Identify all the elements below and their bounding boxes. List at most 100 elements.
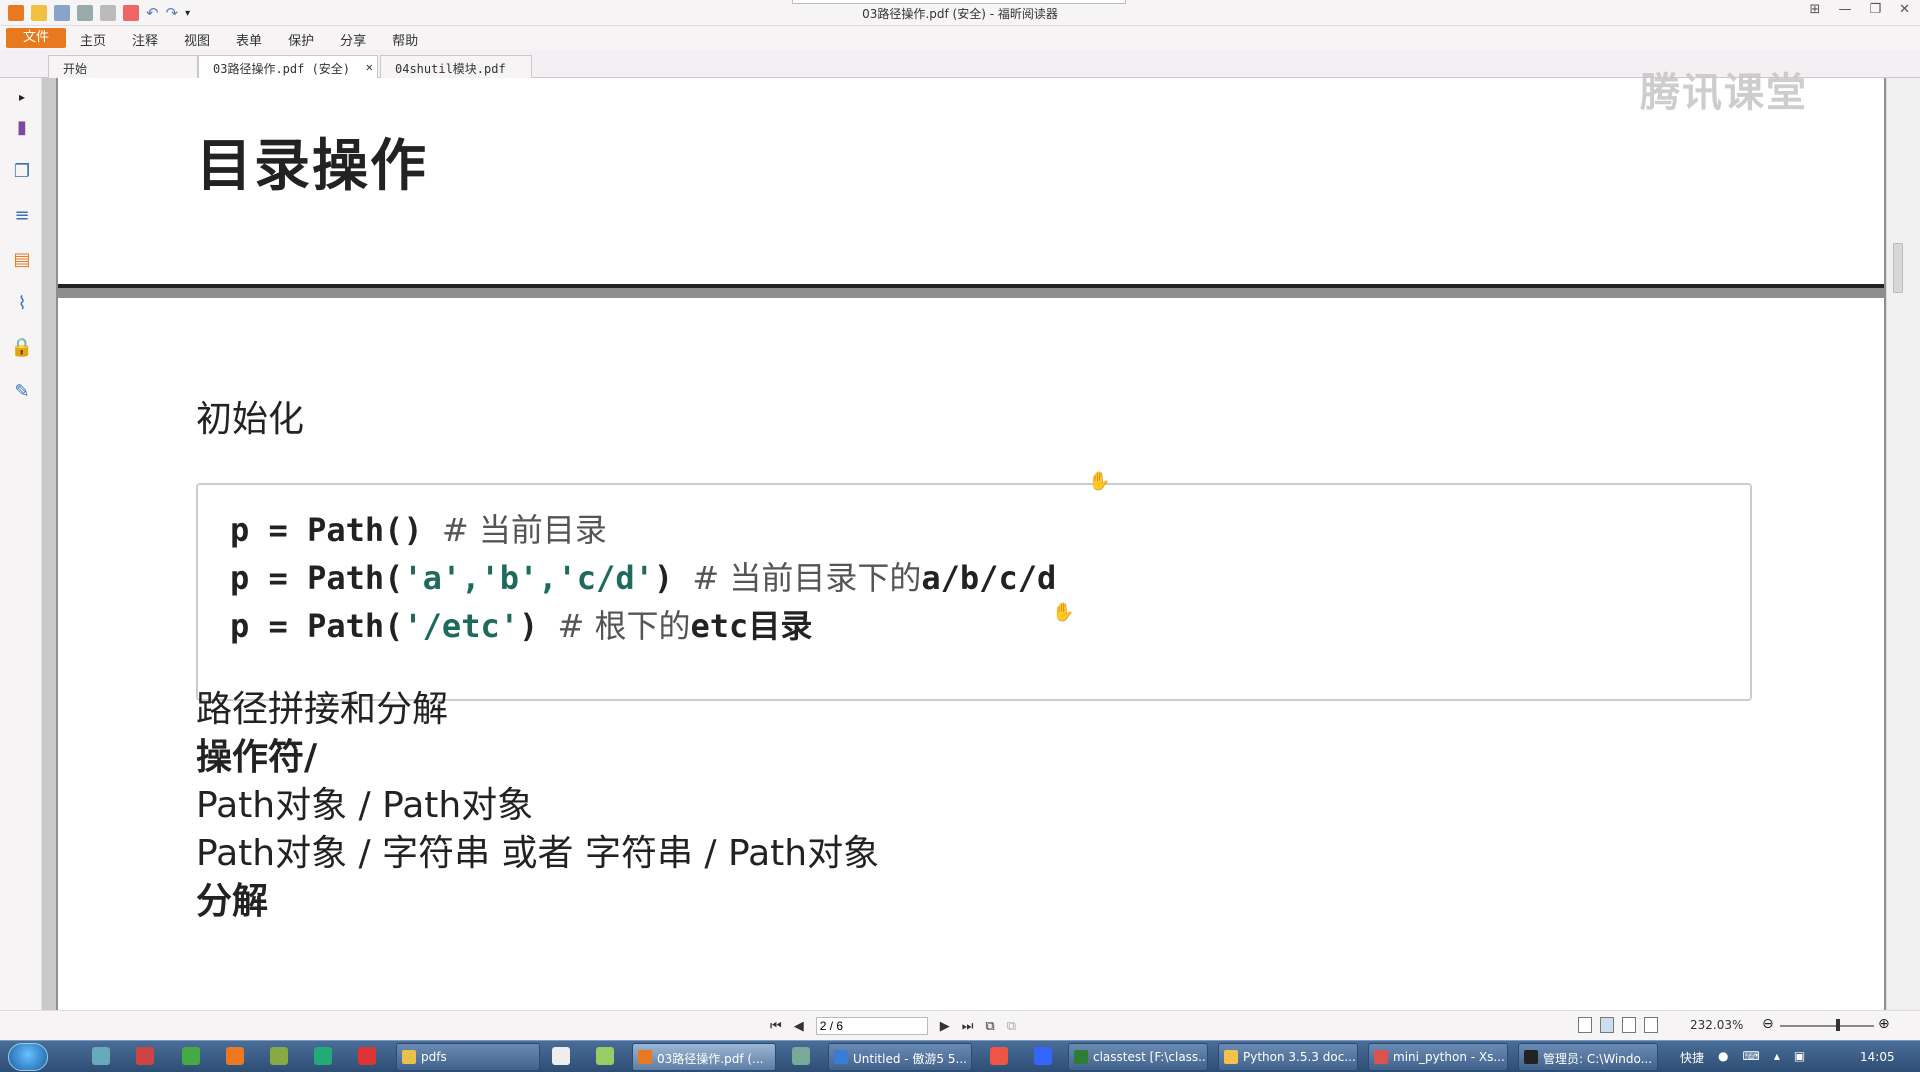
facing-view-icon[interactable] xyxy=(1622,1017,1636,1033)
notepad-icon[interactable] xyxy=(552,1047,570,1065)
taskbar-button[interactable]: classtest [F:\class... xyxy=(1068,1043,1208,1071)
tab-close-icon[interactable]: ✕ xyxy=(366,60,373,74)
zoom-slider-knob[interactable] xyxy=(1836,1019,1840,1031)
python-docs-icon xyxy=(1224,1050,1238,1064)
bookmarks-icon[interactable]: ▮ xyxy=(12,116,32,138)
single-page-view-icon[interactable] xyxy=(1578,1017,1592,1033)
zoom-in-icon[interactable]: ⊕ xyxy=(1878,1016,1890,1032)
tab-shutil-document[interactable]: 04shutil模块.pdf (... xyxy=(380,55,532,91)
next-view-icon[interactable]: ⧉ xyxy=(1007,1019,1016,1034)
code-text: p = Path( xyxy=(230,607,404,645)
comments-icon[interactable]: ▤ xyxy=(12,248,32,270)
code-text: ) xyxy=(653,559,674,597)
menu-protect[interactable]: 保护 xyxy=(288,30,314,49)
layers-icon[interactable]: ≡ xyxy=(12,204,32,226)
tray-shortcut-label[interactable]: 快捷 xyxy=(1680,1049,1704,1066)
zoom-slider[interactable] xyxy=(1780,1025,1874,1027)
zoom-level[interactable]: 232.03% xyxy=(1690,1018,1743,1032)
foxit-icon xyxy=(638,1050,652,1064)
document-viewport[interactable]: 目录操作 初始化 p = Path() # 当前目录 p = Path( 'a',… xyxy=(56,78,1886,1010)
restore-button[interactable]: ❐ xyxy=(1869,2,1881,17)
taskbar-button[interactable]: mini_python - Xs... xyxy=(1368,1043,1508,1071)
taskbar-button[interactable]: 管理员: C:\Windo... xyxy=(1518,1043,1658,1071)
previous-page-icon[interactable]: ◀ xyxy=(794,1019,804,1034)
pycharm-icon[interactable] xyxy=(314,1047,332,1065)
taskbar-button-label: 03路径操作.pdf (... xyxy=(657,1052,764,1066)
pdf-page-1: 目录操作 xyxy=(58,78,1884,288)
code-comment-tail: a/b/c/d xyxy=(921,559,1057,597)
text-line: Path对象 / 字符串 或者 字符串 / Path对象 xyxy=(196,833,880,874)
code-block: p = Path() # 当前目录 p = Path( 'a','b','c/d'… xyxy=(196,483,1752,701)
folder-icon xyxy=(402,1050,416,1064)
firefox-icon[interactable] xyxy=(226,1047,244,1065)
signature-icon[interactable]: ✎ xyxy=(12,380,32,402)
continuous-facing-view-icon[interactable] xyxy=(1644,1017,1658,1033)
first-page-icon[interactable]: ⏮ xyxy=(770,1019,782,1034)
hand-cursor-icon: ✋ xyxy=(1088,471,1111,492)
code-comment: # 当前目录下的 xyxy=(692,559,922,597)
status-bar: ⏮ ◀ ▶ ⏭ ⧉ ⧉ 232.03% ⊖ ⊕ xyxy=(0,1010,1920,1040)
menu-bar: 文件 主页 注释 视图 表单 保护 分享 帮助 🔍 ⚙ xyxy=(0,26,1920,82)
code-text: p = Path( xyxy=(230,511,404,549)
menu-comment[interactable]: 注释 xyxy=(132,30,158,49)
network-icon[interactable]: ▣ xyxy=(1794,1049,1805,1066)
xmind-icon[interactable] xyxy=(358,1047,376,1065)
browser-icon[interactable] xyxy=(1034,1047,1052,1065)
system-tray: 快捷 ● ⌨ ▴ ▣ xyxy=(1680,1049,1805,1066)
app-icon[interactable] xyxy=(990,1047,1008,1065)
page-navigation: ⏮ ◀ ▶ ⏭ ⧉ ⧉ xyxy=(770,1017,1016,1035)
pages-thumbnail-icon[interactable]: ❐ xyxy=(12,160,32,182)
search-icon[interactable] xyxy=(92,1047,110,1065)
windows-taskbar: pdfs 03路径操作.pdf (... Untitled - 傲游5 5...… xyxy=(0,1040,1920,1072)
menu-share[interactable]: 分享 xyxy=(340,30,366,49)
continuous-view-icon[interactable] xyxy=(1600,1017,1614,1033)
taskbar-button[interactable]: 03路径操作.pdf (... xyxy=(632,1043,776,1071)
ribbon-toggle-button[interactable]: ⊞ xyxy=(1810,2,1821,17)
sidebar-splitter[interactable] xyxy=(42,78,56,1010)
last-page-icon[interactable]: ⏭ xyxy=(962,1019,974,1034)
app-launcher-icon[interactable] xyxy=(136,1047,154,1065)
code-comment: # 当前目录 xyxy=(441,511,607,549)
previous-view-icon[interactable]: ⧉ xyxy=(985,1019,994,1034)
tray-app-icon[interactable]: ● xyxy=(1718,1049,1728,1066)
tab-label: 03路径操作.pdf (安全) xyxy=(213,62,351,76)
chrome-icon[interactable] xyxy=(182,1047,200,1065)
next-page-icon[interactable]: ▶ xyxy=(940,1019,950,1034)
xshell-icon xyxy=(1374,1050,1388,1064)
menu-help[interactable]: 帮助 xyxy=(392,30,418,49)
start-button[interactable] xyxy=(8,1043,48,1071)
taskbar-button[interactable]: Python 3.5.3 doc... xyxy=(1218,1043,1358,1071)
file-menu[interactable]: 文件 xyxy=(6,28,66,48)
window-title: 03路径操作.pdf (安全) - 福昕阅读器 xyxy=(862,7,1058,21)
scrollbar-thumb[interactable] xyxy=(1893,243,1903,293)
terminal-icon[interactable] xyxy=(270,1047,288,1065)
menu-home[interactable]: 主页 xyxy=(80,30,106,49)
close-button[interactable]: ✕ xyxy=(1899,2,1910,17)
menu-form[interactable]: 表单 xyxy=(236,30,262,49)
security-lock-icon[interactable]: 🔒 xyxy=(11,336,33,358)
hand-cursor-icon: ✋ xyxy=(1052,602,1075,623)
page-number-input[interactable] xyxy=(815,1017,928,1035)
taskbar-button[interactable]: Untitled - 傲游5 5... xyxy=(828,1043,972,1071)
keyboard-icon[interactable]: ⌨ xyxy=(1743,1049,1760,1066)
vertical-scrollbar[interactable] xyxy=(1886,78,1920,1010)
tab-current-document[interactable]: 03路径操作.pdf (安全) ✕ xyxy=(198,55,378,78)
tray-expand-icon[interactable]: ▴ xyxy=(1774,1049,1780,1066)
menu-view[interactable]: 视图 xyxy=(184,30,210,49)
taskbar-clock[interactable]: 14:05 xyxy=(1860,1050,1895,1064)
code-comment: # 根下的 xyxy=(557,607,691,645)
attachments-icon[interactable]: ⌇ xyxy=(12,292,32,314)
pdf-page-2: 初始化 p = Path() # 当前目录 p = Path( 'a','b','… xyxy=(58,298,1884,1010)
code-text: ) xyxy=(518,607,539,645)
network-tool-icon[interactable] xyxy=(792,1047,810,1065)
minimize-button[interactable]: — xyxy=(1838,2,1851,17)
zoom-out-icon[interactable]: ⊖ xyxy=(1762,1016,1774,1032)
code-string: 'a','b','c/d' xyxy=(403,559,654,597)
taskbar-button[interactable]: pdfs xyxy=(396,1043,540,1071)
section-heading-init: 初始化 xyxy=(196,399,305,440)
tab-start[interactable]: 开始 xyxy=(48,55,198,78)
text-line: Path对象 / Path对象 xyxy=(196,785,534,826)
code-comment-tail: etc目录 xyxy=(690,607,813,645)
expand-panel-icon[interactable]: ▸ xyxy=(12,86,32,108)
image-viewer-icon[interactable] xyxy=(596,1047,614,1065)
